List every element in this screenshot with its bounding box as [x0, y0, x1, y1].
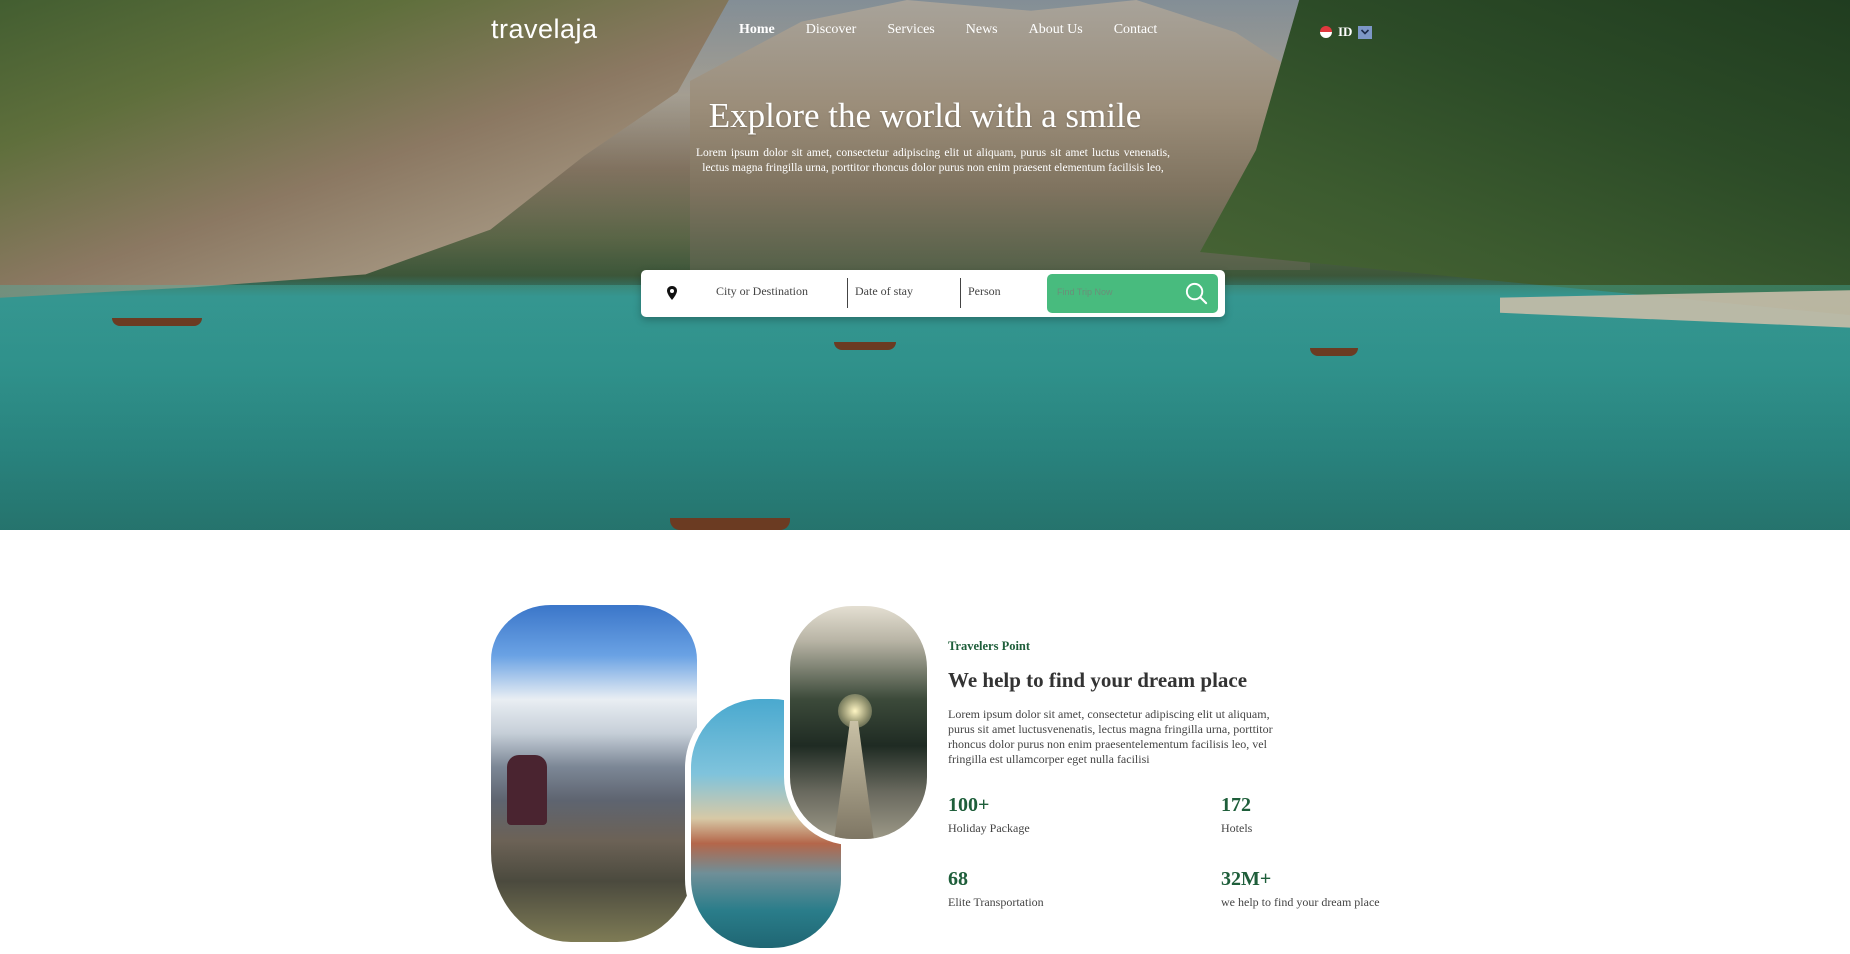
indonesia-flag-icon [1320, 26, 1332, 38]
stat-value: 68 [948, 868, 968, 890]
hero-title: Explore the world with a smile [708, 96, 1142, 135]
stat-label: Hotels [1221, 821, 1253, 835]
location-pin-icon [667, 286, 677, 300]
nav-discover[interactable]: Discover [806, 22, 857, 38]
boat [112, 318, 202, 326]
nav-services[interactable]: Services [887, 22, 934, 38]
stat-label: Elite Transportation [948, 895, 1044, 909]
stat-elite-transportation: 68 Elite Transportation [948, 868, 1044, 910]
stat-label: Holiday Package [948, 821, 1030, 835]
destination-input[interactable]: City or Destination [716, 284, 808, 299]
stat-value: 100+ [948, 794, 990, 816]
stat-travelers: 32M+ we help to find your dream place [1221, 868, 1380, 910]
hiker-mountain-photo [491, 605, 697, 942]
stat-value: 172 [1221, 794, 1251, 816]
section-body: Lorem ipsum dolor sit amet, consectetur … [948, 707, 1273, 766]
nav-home[interactable]: Home [739, 22, 775, 38]
nav-about-us[interactable]: About Us [1029, 22, 1083, 38]
search-icon [1185, 282, 1208, 305]
language-code: ID [1338, 24, 1353, 39]
top-navigation: travelaja Home Discover Services News Ab… [0, 0, 1850, 64]
find-trip-label: Find Trip Now [1057, 287, 1113, 297]
stat-hotels: 172 Hotels [1221, 794, 1252, 836]
main-menu: Home Discover Services News About Us Con… [739, 22, 1188, 38]
stat-holiday-package: 100+ Holiday Package [948, 794, 1030, 836]
hero-subtitle: Lorem ipsum dolor sit amet, consectetur … [696, 147, 1170, 174]
boat [1310, 348, 1358, 356]
trip-search-bar: City or Destination Date of stay Person … [641, 270, 1225, 317]
section-eyebrow: Travelers Point [948, 639, 1031, 653]
find-trip-button[interactable]: Find Trip Now [1047, 274, 1218, 313]
hero-section: travelaja Home Discover Services News Ab… [0, 0, 1850, 530]
search-divider [960, 278, 961, 308]
date-of-stay-input[interactable]: Date of stay [855, 284, 913, 299]
boat [834, 342, 896, 350]
brand-logo[interactable]: travelaja [491, 14, 598, 45]
language-selector[interactable]: ID [1320, 24, 1373, 40]
stat-value: 32M+ [1221, 868, 1272, 890]
hiker-figure [507, 755, 547, 825]
nav-news[interactable]: News [966, 22, 998, 38]
section-title: We help to find your dream place [948, 668, 1248, 692]
search-divider [847, 278, 848, 308]
boat [670, 518, 790, 530]
stat-label: we help to find your dream place [1221, 895, 1380, 909]
bridge-walkway [834, 721, 874, 839]
nav-contact[interactable]: Contact [1114, 22, 1158, 38]
suspension-bridge-photo [784, 600, 933, 845]
chevron-down-icon[interactable] [1358, 25, 1373, 39]
hero-lake [0, 285, 1850, 530]
person-input[interactable]: Person [968, 284, 1001, 299]
